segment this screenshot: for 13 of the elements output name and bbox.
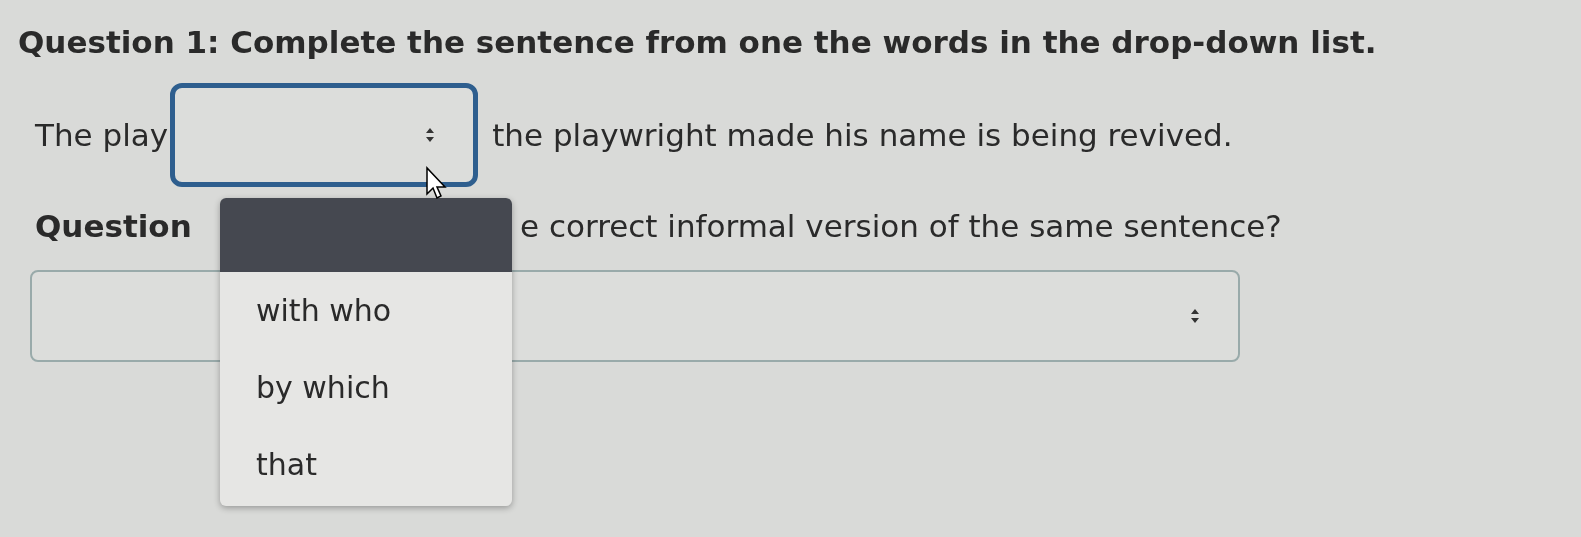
question-title: Question 1: Complete the sentence from one the words in the drop-down list. <box>17 23 1378 60</box>
sort-arrows-icon <box>425 127 436 143</box>
highlighted-option[interactable] <box>220 198 512 272</box>
sentence-text: the playwright made his name is being revived. <box>492 117 1233 153</box>
dropdown-option[interactable]: with who <box>220 272 512 349</box>
sentence-text: The play <box>35 117 169 153</box>
sort-arrows-icon <box>1190 308 1200 324</box>
dropdown-option[interactable]: that <box>220 426 512 503</box>
question-title: e correct informal version of the same sentence? <box>520 208 1282 244</box>
mouse-cursor-icon <box>425 166 447 200</box>
dropdown-option[interactable]: by which <box>220 349 512 426</box>
question-title: Question <box>35 208 192 244</box>
dropdown-select[interactable] <box>170 83 479 187</box>
